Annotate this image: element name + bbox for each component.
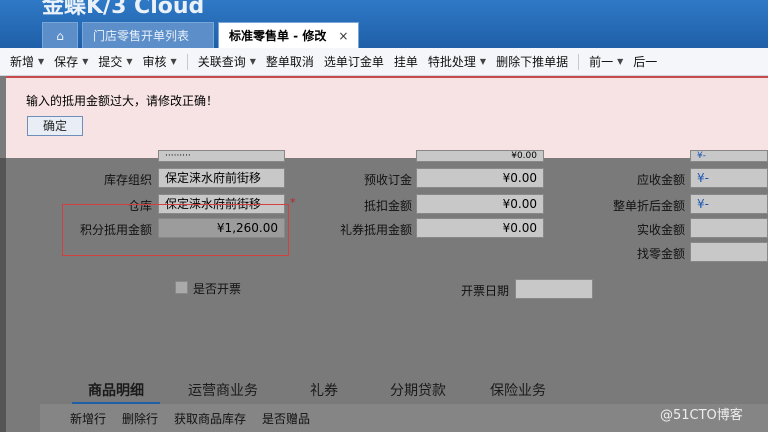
delete-row-button[interactable]: 删除行 — [122, 410, 158, 427]
tab-voucher[interactable]: 礼券 — [310, 380, 338, 400]
change-field[interactable] — [690, 242, 768, 262]
required-mark: * — [290, 196, 296, 209]
home-icon: ⌂ — [56, 29, 64, 43]
tab-retail-list[interactable]: 门店零售开单列表 — [82, 22, 214, 48]
watermark: @51CTO博客 — [660, 408, 743, 423]
receivable-label: 应收金额 — [637, 173, 686, 187]
tab-bar: ⌂ 门店零售开单列表 标准零售单 - 修改 × — [42, 22, 360, 49]
brand-logo: 金蝶K/3 Cloud — [42, 0, 205, 19]
ok-button[interactable]: 确定 — [27, 116, 83, 136]
deduct-label: 抵扣金额 — [364, 199, 413, 213]
toolbar-submit[interactable]: 提交 ▼ — [88, 53, 132, 70]
highlight-box — [62, 204, 289, 256]
prepaid-field[interactable]: ¥0.00 — [416, 168, 544, 188]
receivable-field[interactable]: ¥- — [690, 168, 768, 188]
close-icon[interactable]: × — [338, 23, 348, 49]
toolbar-new[interactable]: 新增 ▼ — [0, 53, 44, 70]
voucher-field[interactable]: ¥0.00 — [416, 218, 544, 238]
field-partial-1[interactable]: ········· — [158, 150, 285, 162]
toolbar-cancel-order[interactable]: 整单取消 — [256, 53, 314, 70]
prepaid-label: 预收订金 — [364, 173, 413, 187]
tab-product-detail[interactable]: 商品明细 — [88, 380, 144, 400]
toolbar-special-approval[interactable]: 特批处理 ▼ — [418, 53, 486, 70]
toolbar-audit[interactable]: 审核 ▼ — [133, 53, 177, 70]
toolbar-save[interactable]: 保存 ▼ — [44, 53, 88, 70]
tab-retail-edit[interactable]: 标准零售单 - 修改 × — [218, 22, 360, 49]
toolbar-related-query[interactable]: 关联查询 ▼ — [188, 53, 256, 70]
received-field[interactable] — [690, 218, 768, 238]
toolbar-next[interactable]: 后一 — [623, 53, 657, 70]
invoice-label: 是否开票 — [193, 282, 242, 296]
deduct-field[interactable]: ¥0.00 — [416, 194, 544, 214]
toolbar-prev[interactable]: 前一 ▼ — [579, 53, 623, 70]
is-gift-button[interactable]: 是否赠品 — [262, 410, 310, 427]
stock-org-field[interactable]: 保定涞水府前街移 — [158, 168, 285, 188]
error-message: 输入的抵用金额过大，请修改正确！ — [26, 94, 219, 108]
change-label: 找零金额 — [637, 247, 686, 261]
voucher-label: 礼券抵用金额 — [340, 223, 413, 237]
toolbar-select-deposit[interactable]: 选单订金单 — [314, 53, 384, 70]
chevron-down-icon: ▼ — [170, 57, 177, 66]
invoice-date-label: 开票日期 — [461, 284, 510, 298]
left-edge — [0, 158, 6, 432]
toolbar: 新增 ▼ 保存 ▼ 提交 ▼ 审核 ▼ 关联查询 ▼ 整单取消 选单订金单 挂单 特批处理… — [0, 48, 768, 76]
tab-home[interactable]: ⌂ — [42, 22, 78, 48]
tab-carrier-business[interactable]: 运营商业务 — [188, 380, 258, 400]
after-discount-field[interactable]: ¥- — [690, 194, 768, 214]
tab-insurance[interactable]: 保险业务 — [490, 380, 546, 400]
add-row-button[interactable]: 新增行 — [70, 410, 106, 427]
toolbar-hold[interactable]: 挂单 — [384, 53, 418, 70]
received-label: 实收金额 — [637, 223, 686, 237]
after-discount-label: 整单折后金额 — [613, 199, 686, 213]
detail-tabs: 商品明细 运营商业务 礼券 分期贷款 保险业务 — [40, 376, 768, 404]
toolbar-delete-pushed[interactable]: 删除下推单据 — [486, 53, 568, 70]
tab-label: 标准零售单 - 修改 — [229, 28, 327, 43]
app-header: 金蝶K/3 Cloud ⌂ 门店零售开单列表 标准零售单 - 修改 × — [0, 0, 768, 48]
invoice-checkbox[interactable] — [175, 281, 188, 294]
error-dialog: 输入的抵用金额过大，请修改正确！ 确定 — [6, 76, 768, 158]
get-stock-button[interactable]: 获取商品库存 — [174, 410, 246, 427]
field-partial-3[interactable]: ¥- — [690, 150, 768, 162]
stock-org-label: 库存组织 — [104, 173, 153, 187]
field-partial-2[interactable]: ¥0.00 — [416, 150, 544, 162]
invoice-date-field[interactable] — [515, 279, 593, 299]
detail-toolbar: 新增行 删除行 获取商品库存 是否赠品 — [40, 404, 768, 432]
tab-installment[interactable]: 分期贷款 — [390, 380, 446, 400]
